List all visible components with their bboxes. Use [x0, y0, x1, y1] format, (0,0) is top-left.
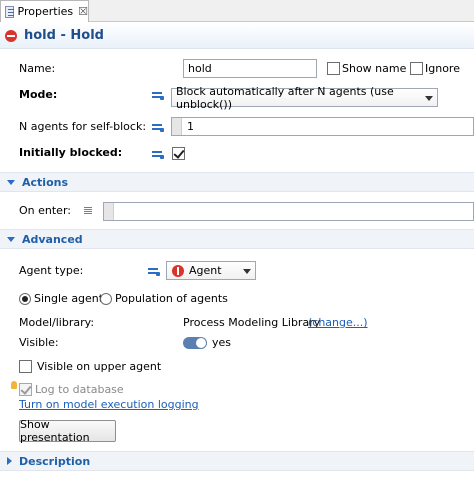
- agent-icon: [172, 264, 184, 277]
- show-name-label: Show name: [342, 62, 407, 75]
- field-grip: [104, 203, 114, 220]
- chevron-down-icon: [425, 96, 433, 101]
- visible-upper-checkbox[interactable]: [19, 360, 32, 373]
- close-icon[interactable]: ☒: [78, 5, 88, 18]
- lightbulb-icon: [11, 381, 17, 389]
- name-input[interactable]: hold: [183, 59, 317, 78]
- static-value-icon[interactable]: [148, 266, 162, 276]
- field-grip: [172, 118, 182, 135]
- static-value-icon[interactable]: [152, 149, 166, 159]
- ignore-label: Ignore: [425, 62, 460, 75]
- chevron-down-icon: [243, 269, 251, 274]
- ignore-checkbox[interactable]: [410, 62, 423, 75]
- n-agents-label: N agents for self-block:: [19, 120, 147, 133]
- agent-type-value: Agent: [189, 264, 222, 277]
- log-database-checkbox: [19, 383, 32, 396]
- n-agents-value: 1: [187, 120, 194, 133]
- chevron-right-icon: [7, 457, 12, 465]
- tab-properties-label: Properties: [17, 5, 74, 18]
- model-library-value: Process Modeling Library: [183, 316, 321, 329]
- section-actions-label: Actions: [22, 175, 68, 189]
- visible-upper-label: Visible on upper agent: [37, 360, 162, 373]
- on-enter-label: On enter:: [19, 204, 71, 217]
- single-agent-label: Single agent: [34, 292, 104, 305]
- properties-header: hold - Hold: [0, 23, 474, 49]
- hold-block-icon: [5, 29, 17, 42]
- tab-properties[interactable]: Properties ☒: [0, 0, 89, 22]
- show-presentation-button[interactable]: Show presentation: [19, 418, 116, 444]
- properties-icon: [5, 5, 14, 18]
- population-label: Population of agents: [115, 292, 228, 305]
- execution-logging-link[interactable]: Turn on model execution logging: [19, 398, 199, 411]
- agent-type-dropdown[interactable]: Agent: [166, 261, 256, 280]
- chevron-down-icon: [7, 236, 15, 242]
- code-icon: [83, 206, 93, 216]
- agent-type-label: Agent type:: [19, 264, 84, 277]
- population-radio[interactable]: [100, 293, 112, 305]
- mode-dropdown[interactable]: Block automatically after N agents (use …: [171, 85, 438, 111]
- name-label: Name:: [19, 62, 56, 75]
- change-library-link[interactable]: (change...): [308, 316, 368, 329]
- on-enter-code-field[interactable]: [103, 202, 474, 221]
- static-value-icon[interactable]: [152, 90, 166, 100]
- section-advanced-label: Advanced: [22, 232, 83, 246]
- section-description[interactable]: Description: [0, 451, 474, 471]
- n-agents-input[interactable]: 1: [171, 117, 474, 136]
- section-advanced[interactable]: Advanced: [0, 229, 474, 249]
- log-database-label: Log to database: [35, 383, 124, 396]
- initially-blocked-checkbox[interactable]: [172, 147, 185, 160]
- mode-label: Mode:: [19, 88, 58, 101]
- single-agent-radio[interactable]: [19, 293, 31, 305]
- model-library-label: Model/library:: [19, 316, 95, 329]
- visible-toggle[interactable]: [183, 337, 207, 349]
- static-value-icon[interactable]: [152, 122, 166, 132]
- visible-value: yes: [212, 336, 232, 349]
- section-description-label: Description: [19, 454, 91, 468]
- chevron-down-icon: [7, 179, 15, 185]
- initially-blocked-label: Initially blocked:: [19, 146, 123, 159]
- show-name-checkbox[interactable]: [327, 62, 340, 75]
- visible-label: Visible:: [19, 336, 59, 349]
- page-title: hold - Hold: [24, 28, 104, 43]
- section-actions[interactable]: Actions: [0, 172, 474, 192]
- mode-dropdown-value: Block automatically after N agents (use …: [176, 84, 394, 111]
